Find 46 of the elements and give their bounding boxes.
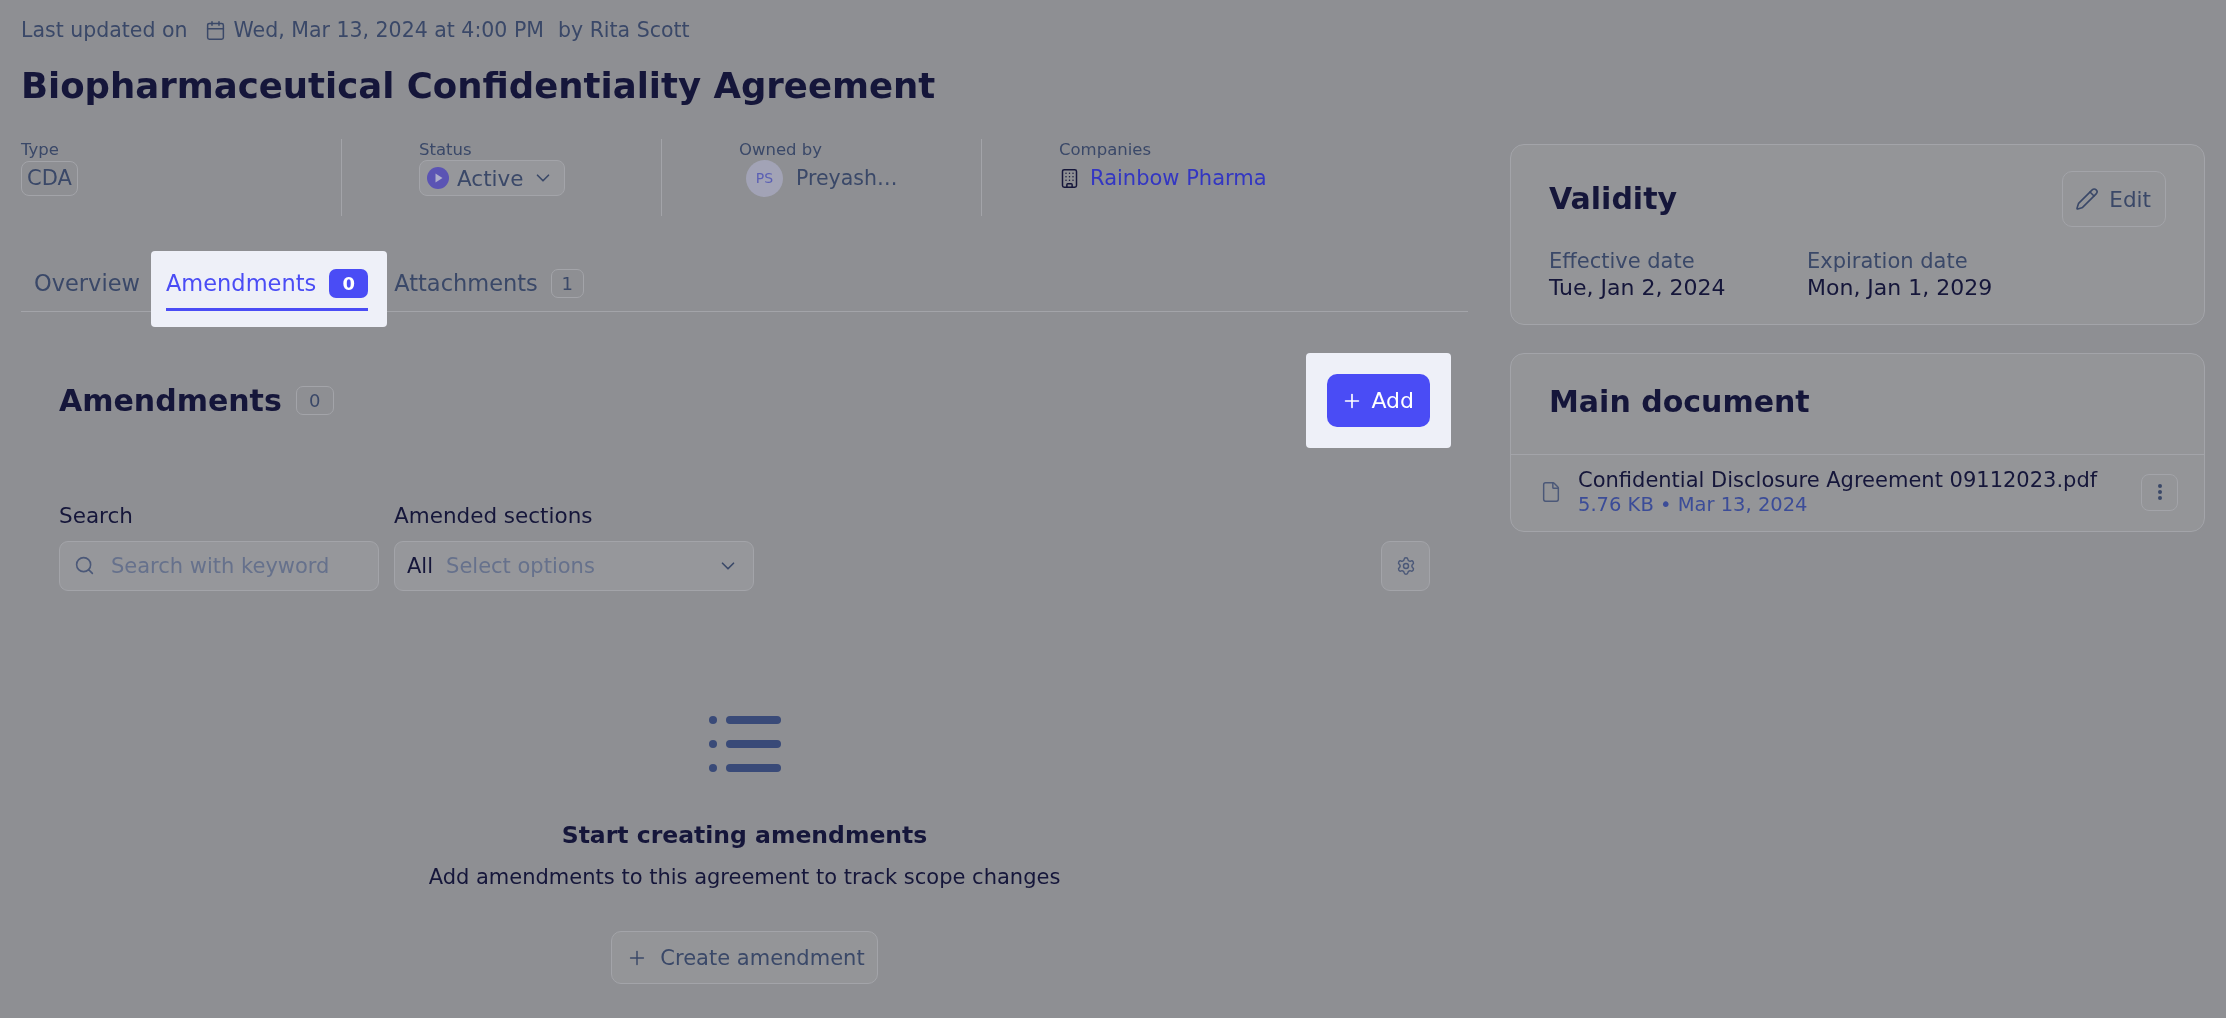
calendar-icon <box>204 19 226 41</box>
edit-button[interactable]: Edit <box>2062 171 2166 227</box>
date-value: Mon, Jan 1, 2029 <box>1807 274 1994 302</box>
file-details: 5.76 KB • Mar 13, 2024 <box>1578 493 1809 517</box>
field-label: Companies <box>1059 139 1152 160</box>
card-title: Main document <box>1549 384 1811 420</box>
field-label: Status <box>419 139 472 160</box>
more-options-button[interactable] <box>2141 473 2178 511</box>
updated-label: Last updated on <box>21 18 188 42</box>
section-title: Amendments <box>59 383 282 418</box>
status-dropdown[interactable]: Active <box>419 160 565 196</box>
date-label: Expiration date <box>1807 248 1969 274</box>
play-circle-icon <box>427 167 449 189</box>
page-title: Biopharmaceutical Confidentiality Agreement <box>21 64 937 108</box>
count-badge: 0 <box>295 386 334 415</box>
file-icon <box>1540 481 1562 503</box>
updated-by: by Rita Scott <box>557 18 690 42</box>
card-title: Validity <box>1549 181 1678 217</box>
field-label: Type <box>21 139 59 160</box>
filter-label: Amended sections <box>394 502 594 529</box>
search-icon <box>74 555 95 576</box>
tab[interactable]: Attachments 1 <box>394 251 584 311</box>
kebab-menu-icon <box>2157 484 2162 500</box>
add-button[interactable]: Add <box>1327 374 1430 427</box>
pencil-icon <box>2075 187 2100 211</box>
settings-button[interactable] <box>1381 541 1430 591</box>
tab[interactable]: Overview <box>34 251 140 311</box>
building-icon <box>1059 167 1080 189</box>
file-name[interactable]: Confidential Disclosure Agreement 09112023.pdf <box>1578 467 2125 493</box>
date-label: Effective date <box>1549 248 1696 274</box>
updated-date: Wed, Mar 13, 2024 at 4:00 PM <box>233 18 544 42</box>
type-chip: CDA <box>21 160 78 196</box>
field-label: Owned by <box>739 139 823 160</box>
list-icon <box>708 716 781 772</box>
settings-icon <box>1395 556 1416 576</box>
count-badge: 0 <box>329 268 369 298</box>
user-avatar: PS <box>746 159 783 197</box>
count-badge: 1 <box>550 268 584 298</box>
empty-state-title: Start creating amendments <box>561 820 928 851</box>
tab[interactable]: Amendments 0 <box>165 251 369 311</box>
create-amendment-button[interactable]: Create amendment <box>611 931 878 984</box>
company-link[interactable]: Rainbow Pharma <box>1090 166 1267 190</box>
empty-state-text: Add amendments to this agreement to track scope changes <box>428 864 1061 891</box>
date-value: Tue, Jan 2, 2024 <box>1549 274 1727 302</box>
filter-label: Search <box>59 502 134 529</box>
owner-name: Preyash… <box>796 166 898 190</box>
